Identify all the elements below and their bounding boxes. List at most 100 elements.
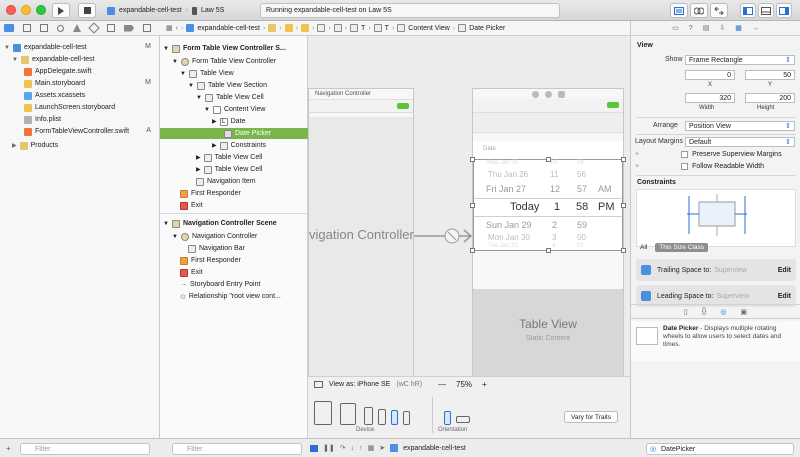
landscape-icon[interactable]	[456, 416, 470, 423]
outline-item[interactable]: Navigation Item	[160, 176, 308, 187]
outline-item[interactable]: ▼ Table View Cell	[160, 92, 308, 103]
add-variation-icon[interactable]: +	[635, 151, 639, 158]
width-field[interactable]: 320	[685, 93, 735, 103]
scheme-selector[interactable]: expandable-cell-test › Law 5S	[107, 3, 224, 18]
folder-icon[interactable]	[4, 24, 14, 32]
exit-dock-icon[interactable]	[557, 90, 565, 98]
iphone-plus-device-icon[interactable]	[364, 407, 373, 425]
object-library-icon[interactable]: ◎	[720, 308, 726, 316]
disclosure-icon[interactable]: ▼	[12, 57, 18, 63]
outline-item[interactable]: → Storyboard Entry Point	[160, 279, 308, 290]
form-table-view-controller-scene[interactable]: Date Wed Jan 25 10 56 Thu Jan 26 11 56 F…	[470, 88, 626, 376]
ipad-device-icon[interactable]	[340, 403, 356, 425]
view-controller-dock-icon[interactable]	[531, 90, 539, 98]
disclosure-icon[interactable]: ▼	[188, 83, 194, 89]
relationship-segue-arrow[interactable]	[414, 226, 474, 246]
nav-item-project[interactable]: ▼ expandable-cell-test	[4, 42, 87, 53]
outline-item[interactable]: ▼ Table View Section	[160, 80, 308, 91]
step-in-icon[interactable]: ↓	[351, 445, 355, 452]
disclosure-closed-icon[interactable]: ▶	[196, 154, 201, 161]
view-as-label[interactable]: View as: iPhone SE	[329, 381, 390, 388]
outline-item[interactable]: ▶ L Date	[160, 116, 308, 127]
storyboard-canvas[interactable]: Navigation Controller vigation Controlle…	[308, 36, 630, 376]
nav-item-file[interactable]: LaunchScreen.storyboard	[24, 102, 115, 113]
nav-item-group[interactable]: ▶ Products	[12, 140, 58, 151]
source-control-icon[interactable]	[23, 24, 31, 32]
outline-item[interactable]: ▶ Table View Cell	[160, 164, 308, 175]
disclosure-icon[interactable]: ▼	[172, 59, 178, 65]
outline-toggle-icon[interactable]	[314, 381, 323, 388]
library-search-field[interactable]: ◎ DatePicker	[646, 443, 794, 455]
search-icon[interactable]	[57, 24, 64, 32]
resize-handle[interactable]	[546, 157, 551, 162]
code-snippet-icon[interactable]: {}	[702, 308, 707, 315]
breadcrumb-item[interactable]: T	[361, 25, 365, 32]
run-button[interactable]	[52, 3, 70, 18]
quick-help-icon[interactable]: ?	[689, 25, 693, 32]
size-inspector-icon[interactable]: ▦	[735, 24, 742, 32]
resize-handle[interactable]	[621, 203, 626, 208]
nav-item-file[interactable]: AppDelegate.swift	[24, 66, 91, 77]
attributes-inspector-icon[interactable]: ⇩	[719, 24, 725, 32]
library-item[interactable]: Date Picker - Displays multiple rotating…	[631, 321, 800, 361]
disclosure-icon[interactable]: ▼	[180, 71, 186, 77]
outline-scene-header[interactable]: ▼ Navigation Controller Scene	[160, 218, 308, 229]
breakpoints-icon[interactable]	[310, 444, 318, 452]
x-field[interactable]: 0	[685, 70, 735, 80]
nav-item-file[interactable]: FormTableViewController.swift	[24, 126, 129, 137]
outline-item-selected[interactable]: Date Picker	[160, 128, 308, 139]
resize-handle[interactable]	[621, 248, 626, 253]
outline-item[interactable]: First Responder	[160, 188, 308, 199]
constraint-edit-button[interactable]: Edit	[778, 293, 791, 300]
disclosure-closed-icon[interactable]: ▶	[212, 142, 217, 149]
file-template-icon[interactable]: ▯	[684, 308, 688, 316]
outline-item[interactable]: ▶ Constraints	[160, 140, 308, 151]
version-editor-button[interactable]	[710, 3, 728, 18]
pause-icon[interactable]: ❚❚	[323, 444, 335, 452]
show-select[interactable]: Frame Rectangle ⇕	[685, 55, 795, 65]
disclosure-icon[interactable]: ▼	[172, 234, 178, 240]
identity-inspector-icon[interactable]: ▤	[703, 24, 710, 32]
outline-item[interactable]: ▼ Content View	[160, 104, 308, 115]
disclosure-closed-icon[interactable]: ▶	[196, 166, 201, 173]
disclosure-icon[interactable]: ▼	[196, 95, 202, 101]
resize-handle[interactable]	[470, 203, 475, 208]
disclosure-icon[interactable]: ▼	[204, 107, 210, 113]
disclosure-closed-icon[interactable]: ▶	[12, 142, 17, 149]
constraint-edit-button[interactable]: Edit	[778, 267, 791, 274]
outline-item[interactable]: ▼ Table View	[160, 68, 308, 79]
breadcrumb-item[interactable]: T	[385, 25, 389, 32]
minimize-window-button[interactable]	[21, 5, 31, 15]
resize-handle[interactable]	[546, 248, 551, 253]
preserve-margins-checkbox[interactable]	[681, 151, 689, 158]
stop-button[interactable]	[78, 3, 96, 18]
nav-item-group[interactable]: ▼ expandable-cell-test	[12, 54, 95, 65]
outline-item[interactable]: Exit	[160, 200, 308, 211]
related-items-icon[interactable]: ▦	[166, 24, 173, 32]
nav-item-file[interactable]: Assets.xcassets	[24, 90, 85, 101]
symbol-icon[interactable]	[40, 24, 48, 32]
step-over-icon[interactable]: ↷	[340, 444, 346, 452]
disclosure-closed-icon[interactable]: ▶	[212, 118, 217, 125]
toggle-navigator-button[interactable]	[740, 3, 756, 18]
test-icon[interactable]	[88, 22, 100, 34]
tab-this-size-class[interactable]: This Size Class	[655, 243, 709, 252]
add-variation-icon[interactable]: +	[635, 163, 639, 170]
layout-margins-select[interactable]: Default ⇕	[685, 137, 795, 147]
debug-icon[interactable]	[107, 24, 115, 32]
vary-for-traits-button[interactable]: Vary for Traits	[564, 411, 618, 423]
portrait-icon[interactable]	[444, 411, 451, 425]
file-inspector-icon[interactable]: ▭	[672, 24, 679, 32]
arrange-select[interactable]: Position View ⇕	[685, 121, 795, 131]
breadcrumb-item[interactable]: Date Picker	[469, 25, 505, 32]
outline-item[interactable]: ▼ Form Table View Controller	[160, 56, 308, 67]
resize-handle[interactable]	[470, 248, 475, 253]
height-field[interactable]: 200	[745, 93, 795, 103]
connections-inspector-icon[interactable]: →	[752, 25, 759, 32]
toggle-debug-button[interactable]	[758, 3, 774, 18]
breadcrumb-item[interactable]: expandable-cell-test	[197, 25, 260, 32]
report-icon[interactable]	[143, 24, 151, 32]
outline-item[interactable]: ▶ Table View Cell	[160, 152, 308, 163]
iphone-4s-device-icon[interactable]	[403, 411, 410, 425]
nav-item-file[interactable]: Info.plist	[24, 114, 61, 125]
